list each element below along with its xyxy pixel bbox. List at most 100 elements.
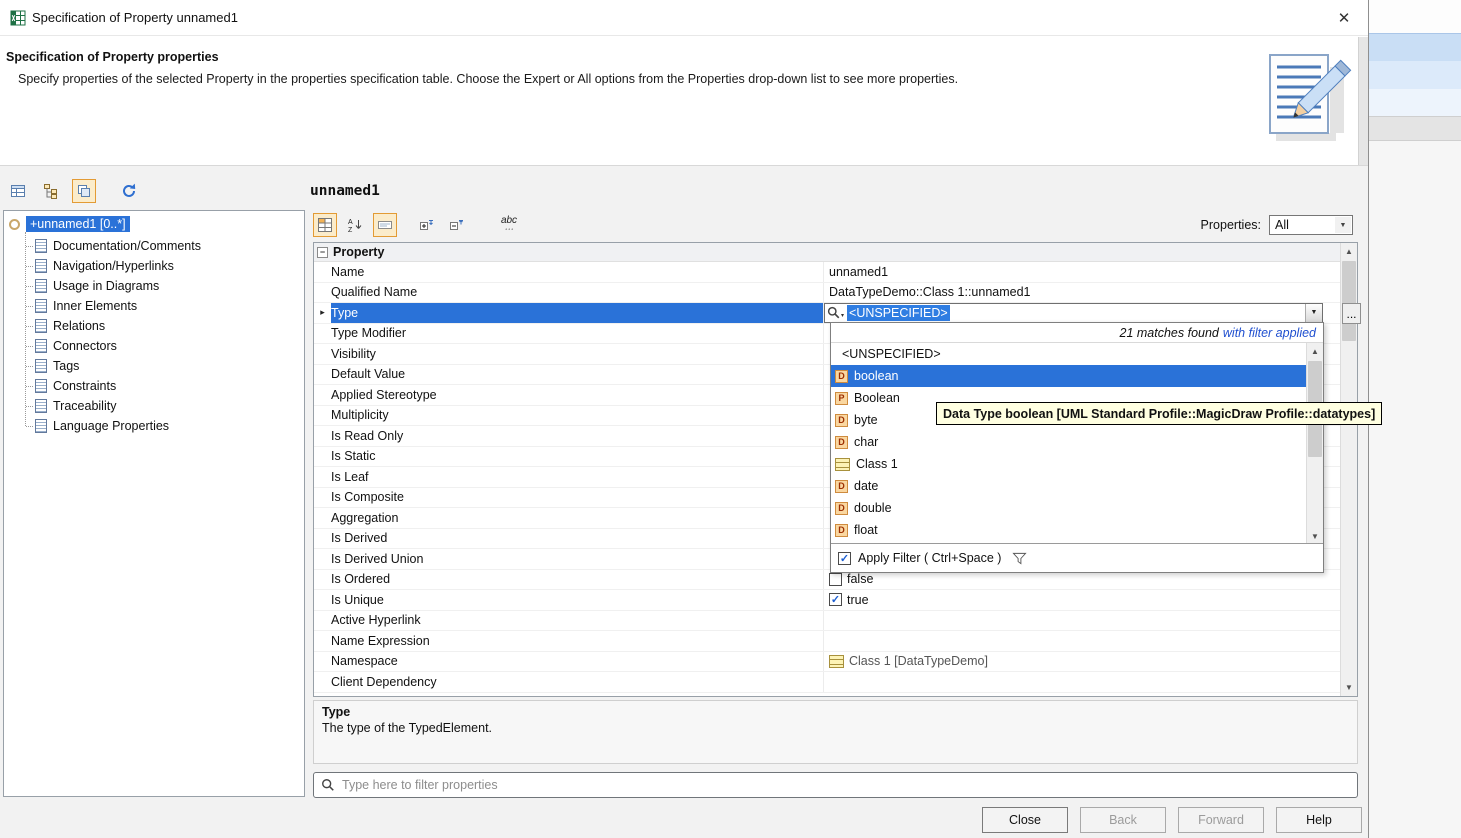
scroll-up-icon[interactable]: ▲ [1307, 343, 1323, 360]
tree-item-constraints[interactable]: Constraints [4, 376, 304, 396]
dialog-header: Specification of Property properties Spe… [0, 37, 1368, 166]
property-row-name-expression[interactable]: Name Expression [314, 631, 1340, 652]
tree-item-inner-elements[interactable]: Inner Elements [4, 296, 304, 316]
tree-item-navigation-hyperlinks[interactable]: Navigation/Hyperlinks [4, 256, 304, 276]
dropdown-item-label: Boolean [854, 391, 900, 405]
property-value: ▾<UNSPECIFIED>▼ [823, 303, 1340, 323]
expand-all-icon[interactable] [415, 213, 439, 237]
checkbox-is-ordered[interactable] [829, 573, 842, 586]
property-label: Name [331, 262, 823, 282]
apply-filter-bar: ✓ Apply Filter ( Ctrl+Space ) [831, 543, 1323, 572]
sort-alphabetically-icon[interactable]: A Z [343, 213, 367, 237]
property-label: Qualified Name [331, 283, 823, 303]
property-row-active-hyperlink[interactable]: Active Hyperlink [314, 611, 1340, 632]
search-icon [321, 778, 335, 792]
tree-item-label: Language Properties [53, 419, 169, 433]
dropdown-item-unspecified[interactable]: <UNSPECIFIED> [831, 343, 1306, 365]
matches-bar: 21 matches found with filter applied [831, 323, 1323, 343]
description-text: The type of the TypedElement. [322, 721, 1349, 735]
collapse-group-icon[interactable]: − [317, 247, 328, 258]
checkbox-is-unique[interactable]: ✓ [829, 593, 842, 606]
property-label: Is Read Only [331, 426, 823, 446]
scroll-up-icon[interactable]: ▲ [1341, 243, 1357, 260]
document-icon [35, 359, 47, 373]
dropdown-item-boolean[interactable]: Dboolean [831, 365, 1306, 387]
tree-root-item[interactable]: +unnamed1 [0..*] [4, 213, 304, 235]
refresh-icon[interactable] [117, 179, 141, 203]
filter-properties-input[interactable] [342, 773, 1357, 797]
properties-view-icon[interactable] [6, 179, 30, 203]
dropdown-item-char[interactable]: Dchar [831, 431, 1306, 453]
tree-item-usage-in-diagrams[interactable]: Usage in Diagrams [4, 276, 304, 296]
tree-item-relations[interactable]: Relations [4, 316, 304, 336]
property-node-icon [9, 219, 20, 230]
help-button[interactable]: Help [1276, 807, 1362, 833]
tree-item-tags[interactable]: Tags [4, 356, 304, 376]
property-label: Is Unique [331, 590, 823, 610]
tree-item-connectors[interactable]: Connectors [4, 336, 304, 356]
dropdown-item-double[interactable]: Ddouble [831, 497, 1306, 519]
document-icon [35, 239, 47, 253]
type-dropdown-list: <UNSPECIFIED>DbooleanPBooleanDbyteDcharC… [831, 343, 1306, 545]
type-tooltip: Data Type boolean [UML Standard Profile:… [936, 402, 1382, 425]
type-dropdown-popup: 21 matches found with filter applied <UN… [830, 322, 1324, 573]
categorized-view-icon[interactable] [313, 213, 337, 237]
search-options-arrow-icon: ▾ [841, 312, 844, 319]
show-description-icon[interactable] [373, 213, 397, 237]
apply-filter-checkbox[interactable]: ✓ [838, 552, 851, 565]
header-description: Specify properties of the selected Prope… [18, 72, 1198, 86]
close-icon[interactable]: ✕ [1332, 6, 1356, 30]
document-icon [35, 419, 47, 433]
property-label: Is Derived [331, 529, 823, 549]
dropdown-item-float[interactable]: Dfloat [831, 519, 1306, 541]
checkbox-value-text: true [847, 593, 869, 607]
list-scrollbar[interactable]: ▲ ▼ [1306, 343, 1323, 545]
containment-tree-icon[interactable] [39, 179, 63, 203]
background-row [1369, 61, 1461, 89]
tree-item-documentation-comments[interactable]: Documentation/Comments [4, 236, 304, 256]
dropdown-item-class-1[interactable]: Class 1 [831, 453, 1306, 475]
document-icon [35, 319, 47, 333]
specification-icon [10, 10, 26, 26]
properties-mode-label: Properties: [1201, 218, 1261, 232]
property-row-is-unique[interactable]: Is Unique ✓ true [314, 590, 1340, 611]
property-row-type[interactable]: ▸Type▾<UNSPECIFIED>▼ [314, 303, 1340, 324]
header-edge [1358, 37, 1368, 165]
type-value-combobox[interactable]: ▾<UNSPECIFIED>▼ [824, 303, 1323, 323]
spelling-icon[interactable]: abc⋯ [497, 213, 521, 237]
property-label: Type Modifier [331, 324, 823, 344]
dropdown-item-label: byte [854, 413, 878, 427]
tree-children: Documentation/CommentsNavigation/Hyperli… [4, 236, 304, 436]
tree-item-label: Usage in Diagrams [53, 279, 159, 293]
type-more-button[interactable]: ... [1342, 303, 1361, 324]
datatype-icon: D [835, 502, 848, 515]
row-gutter [314, 385, 331, 405]
dropdown-item-date[interactable]: Ddate [831, 475, 1306, 497]
tree-panel: +unnamed1 [0..*] Documentation/CommentsN… [3, 210, 305, 797]
property-row-name[interactable]: Nameunnamed1 [314, 262, 1340, 283]
datatype-icon: D [835, 480, 848, 493]
scroll-down-icon[interactable]: ▼ [1341, 679, 1357, 696]
properties-mode-select[interactable]: All ▼ [1269, 215, 1353, 235]
row-gutter [314, 488, 331, 508]
property-row-qualified-name[interactable]: Qualified NameDataTypeDemo::Class 1::unn… [314, 283, 1340, 304]
group-view-icon[interactable] [72, 179, 96, 203]
property-row-namespace[interactable]: NamespaceClass 1 [DataTypeDemo] [314, 652, 1340, 673]
background-row [1369, 116, 1461, 141]
filter-applied-link[interactable]: with filter applied [1223, 326, 1316, 340]
row-gutter [314, 672, 331, 692]
property-group-header[interactable]: − Property [314, 243, 1340, 262]
tree-item-language-properties[interactable]: Language Properties [4, 416, 304, 436]
row-gutter [314, 447, 331, 467]
combo-dropdown-icon[interactable]: ▼ [1305, 304, 1322, 322]
collapse-all-icon[interactable] [445, 213, 469, 237]
scroll-thumb[interactable] [1342, 261, 1356, 341]
tree-item-label: Tags [53, 359, 79, 373]
tree-item-traceability[interactable]: Traceability [4, 396, 304, 416]
close-button[interactable]: Close [982, 807, 1068, 833]
filter-properties-box [313, 772, 1358, 798]
datatype-icon: D [835, 414, 848, 427]
screen: Specification of Property unnamed1 ✕ Spe… [0, 0, 1461, 838]
property-row-client-dependency[interactable]: Client Dependency [314, 672, 1340, 693]
class-value-text: Class 1 [DataTypeDemo] [849, 654, 988, 668]
